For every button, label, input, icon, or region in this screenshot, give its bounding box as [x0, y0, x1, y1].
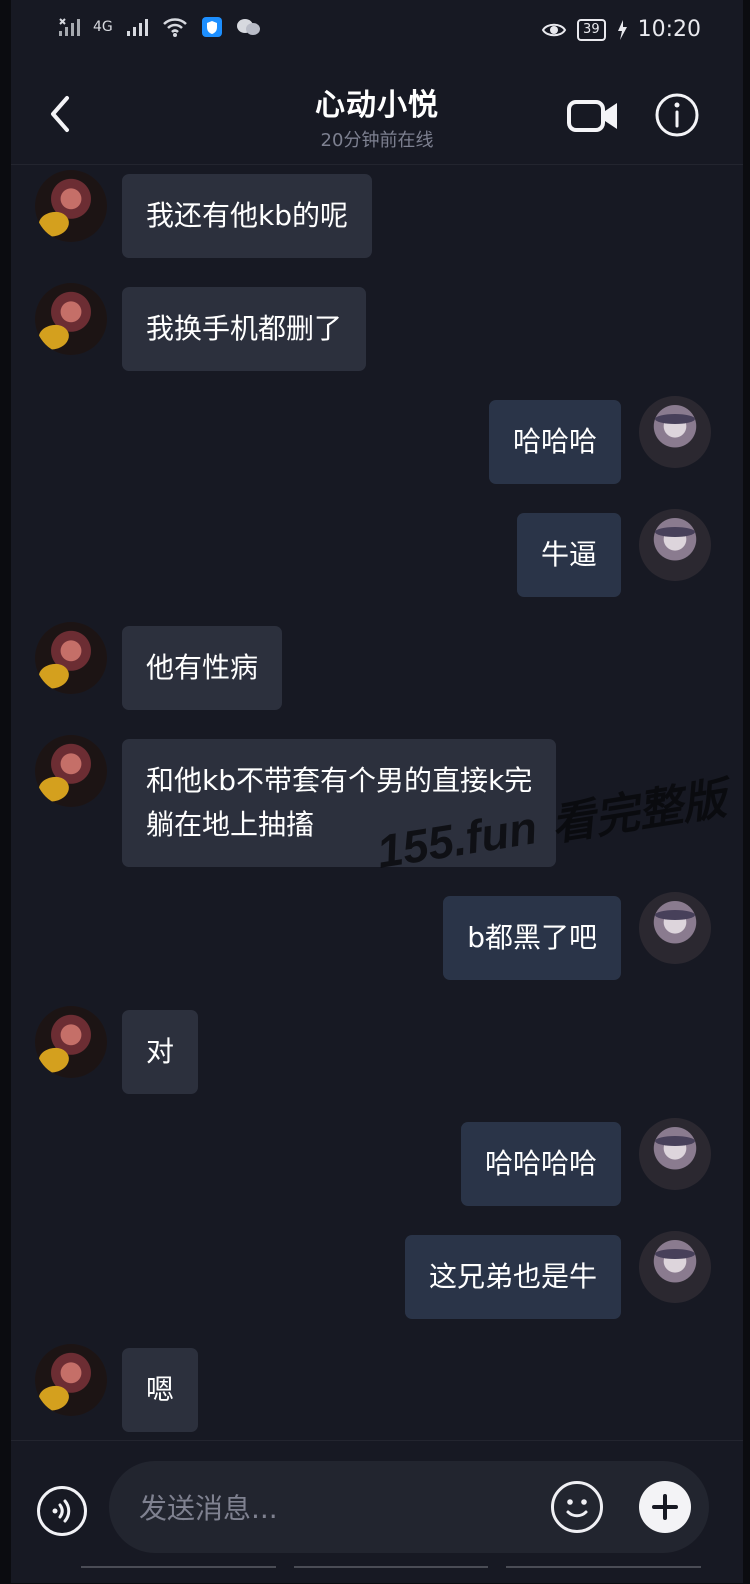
- conversation-header: 心动小悦 20分钟前在线: [11, 62, 743, 165]
- status-right: 39 10:20: [541, 17, 701, 42]
- message-input[interactable]: [137, 1483, 531, 1533]
- message-bubble[interactable]: 他有性病: [122, 626, 283, 710]
- voice-icon: [52, 1499, 71, 1523]
- message-bubble[interactable]: b都黑了吧: [443, 896, 621, 980]
- contact-avatar[interactable]: [35, 1344, 107, 1416]
- info-icon[interactable]: [654, 92, 700, 138]
- contact-avatar[interactable]: [35, 1006, 107, 1078]
- user-avatar[interactable]: [639, 1231, 711, 1303]
- conversation-title: 心动小悦: [315, 88, 439, 123]
- charging-icon: [617, 19, 627, 40]
- message-bubble[interactable]: 对: [122, 1010, 199, 1094]
- contact-avatar[interactable]: [35, 170, 107, 242]
- message-bubble[interactable]: 这兄弟也是牛: [404, 1235, 621, 1319]
- emoji-icon: [566, 1499, 588, 1518]
- message-bubble[interactable]: 牛逼: [516, 513, 621, 597]
- message-bubble[interactable]: 我换手机都删了: [122, 287, 367, 371]
- last-seen-status: 20分钟前在线: [320, 130, 434, 151]
- voice-input-button[interactable]: [37, 1486, 87, 1536]
- status-left: 4G: [57, 16, 261, 38]
- contact-avatar[interactable]: [35, 735, 107, 807]
- contact-avatar[interactable]: [35, 283, 107, 355]
- plus-icon: [652, 1494, 678, 1520]
- wifi-icon: [162, 18, 187, 37]
- battery-indicator: 39: [577, 18, 606, 41]
- message-composer: [11, 1440, 743, 1584]
- message-bubble[interactable]: 哈哈哈哈: [460, 1122, 621, 1206]
- video-camera-icon[interactable]: [567, 96, 619, 136]
- status-bar: 4G 39 10:20: [11, 0, 743, 60]
- clock: 10:20: [637, 17, 701, 42]
- eye-icon: [541, 23, 567, 36]
- shield-icon: [201, 17, 222, 37]
- user-avatar[interactable]: [639, 892, 711, 964]
- battery-level: 39: [583, 21, 600, 37]
- wechat-icon: [236, 19, 260, 35]
- network-label: 4G: [93, 19, 113, 35]
- watermark-label: 看完整版: [547, 773, 730, 852]
- system-nav-hint: [81, 1566, 702, 1583]
- chat-screen: 4G 39 10:20 心动小悦 20分钟前在线 我还有他kb的呢 我换手机都删…: [11, 0, 743, 1583]
- emoji-button[interactable]: [551, 1481, 603, 1533]
- message-bubble[interactable]: 哈哈哈: [488, 400, 621, 484]
- user-avatar[interactable]: [639, 1118, 711, 1190]
- message-input-container[interactable]: [109, 1461, 709, 1553]
- user-avatar[interactable]: [639, 396, 711, 468]
- user-avatar[interactable]: [639, 509, 711, 581]
- watermark-site: 155.fun: [373, 801, 541, 878]
- contact-avatar[interactable]: [35, 622, 107, 694]
- signal-icon: [126, 19, 148, 36]
- message-bubble[interactable]: 嗯: [122, 1348, 199, 1432]
- attachment-plus-button[interactable]: [639, 1481, 691, 1533]
- message-bubble[interactable]: 我还有他kb的呢: [122, 174, 372, 258]
- signal-icon: [59, 18, 80, 36]
